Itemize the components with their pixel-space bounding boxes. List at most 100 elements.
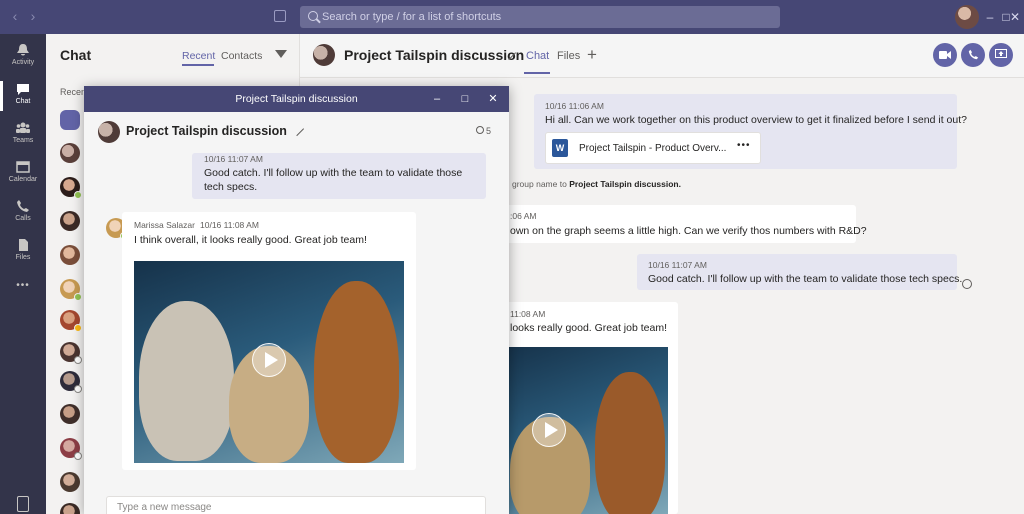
message-text: own on the graph seems a little high. Ca…	[510, 225, 867, 237]
video-call-button[interactable]	[933, 43, 957, 67]
files-icon	[19, 239, 28, 251]
app-files-button[interactable]: Files	[0, 233, 46, 271]
tab-recent[interactable]: Recent	[182, 50, 215, 62]
calendar-icon	[16, 161, 30, 173]
popout-conversation-title: Project Tailspin discussion	[126, 124, 287, 138]
chat-list-avatar[interactable]	[60, 404, 80, 424]
dog-image	[314, 281, 399, 463]
app-teams-button[interactable]: Teams	[0, 116, 46, 154]
chat-list-avatar[interactable]	[60, 342, 82, 364]
chat-list-avatar[interactable]	[60, 211, 80, 231]
tab-recent-indicator	[182, 64, 214, 66]
chat-list-title: Chat	[60, 47, 92, 63]
message-timestamp: :06 AM	[510, 211, 537, 221]
phone-icon	[968, 49, 978, 60]
close-button[interactable]: ✕	[1008, 10, 1022, 24]
people-icon	[476, 126, 484, 134]
read-receipt-icon	[962, 279, 972, 289]
message-text: looks really good. Great job team!	[510, 322, 667, 334]
message-timestamp: 11:08 AM	[510, 309, 546, 319]
presence-away-icon	[74, 324, 82, 332]
participants-button[interactable]: 5	[476, 126, 491, 136]
chat-list-avatar[interactable]	[60, 279, 82, 301]
chat-list-avatar[interactable]	[60, 472, 80, 492]
app-teams-label: Teams	[12, 137, 34, 144]
chat-list-avatar[interactable]	[60, 371, 82, 393]
video-camera-icon	[939, 51, 951, 59]
chat-list-avatar[interactable]	[60, 177, 82, 199]
conversation-title: Project Tailspin discussion	[344, 47, 525, 63]
chat-icon	[17, 84, 29, 95]
bell-icon	[17, 44, 29, 56]
audio-call-button[interactable]	[961, 43, 985, 67]
message-author: Marissa Salazar	[134, 220, 195, 230]
search-input[interactable]: Search or type / for a list of shortcuts	[300, 6, 780, 28]
chat-list-avatar[interactable]	[60, 438, 82, 460]
app-activity-button[interactable]: Activity	[0, 38, 46, 76]
system-message: group name to Project Tailspin discussio…	[512, 179, 681, 189]
app-calendar-button[interactable]: Calendar	[0, 155, 46, 193]
app-chat-button[interactable]: Chat	[0, 77, 46, 115]
share-screen-button[interactable]	[989, 43, 1013, 67]
add-tab-button[interactable]: +	[587, 45, 597, 65]
app-chat-label: Chat	[15, 98, 31, 105]
presence-available-icon	[74, 293, 82, 301]
app-calls-label: Calls	[15, 215, 31, 222]
filter-icon[interactable]	[275, 50, 287, 58]
presence-offline-icon	[74, 385, 82, 393]
group-avatar[interactable]	[98, 121, 120, 143]
teams-icon	[16, 122, 30, 133]
chat-list-avatar[interactable]	[60, 310, 82, 332]
app-calendar-label: Calendar	[8, 176, 38, 183]
message-timestamp: 10/16 11:06 AM	[545, 101, 604, 111]
more-apps-icon[interactable]: •••	[0, 280, 46, 291]
system-message-text: group name to	[512, 179, 570, 189]
word-document-icon: W	[552, 139, 568, 157]
tab-chat-indicator	[524, 72, 550, 74]
participants-count: 5	[486, 126, 492, 136]
system-message-group-name: Project Tailspin discussion.	[569, 179, 681, 189]
forward-arrow-icon[interactable]: ›	[26, 9, 40, 23]
dog-image	[595, 372, 665, 514]
user-avatar[interactable]	[955, 5, 979, 29]
message-text: Good catch. I'll follow up with the team…	[648, 273, 963, 285]
popout-chat-window: Project Tailspin discussion – □ ✕ Projec…	[84, 86, 509, 514]
app-activity-label: Activity	[11, 59, 35, 66]
back-arrow-icon[interactable]: ‹	[8, 9, 22, 23]
file-name[interactable]: Project Tailspin - Product Overv...	[579, 142, 726, 156]
minimize-button[interactable]: –	[982, 10, 998, 24]
share-screen-icon	[995, 49, 1007, 58]
tab-files[interactable]: Files	[557, 50, 580, 62]
phone-icon	[17, 200, 29, 212]
chat-list-avatar[interactable]	[60, 143, 80, 163]
group-avatar[interactable]	[313, 44, 335, 66]
message-text: I think overall, it looks really good. G…	[134, 234, 367, 246]
new-chat-icon[interactable]	[274, 10, 286, 22]
message-text: Hi all. Can we work together on this pro…	[545, 114, 967, 126]
file-more-options-button[interactable]: •••	[737, 139, 751, 153]
play-icon[interactable]	[252, 343, 286, 377]
chat-list-avatar[interactable]	[60, 110, 80, 130]
chat-list-avatar[interactable]	[60, 245, 80, 265]
play-icon[interactable]	[532, 413, 566, 447]
compose-message-input[interactable]: Type a new message	[106, 496, 486, 514]
mobile-app-icon[interactable]	[17, 496, 29, 512]
video-thumbnail[interactable]	[500, 347, 668, 514]
presence-offline-icon	[74, 356, 82, 364]
message-text: Good catch. I'll follow up with the team…	[204, 167, 463, 193]
popout-minimize-button[interactable]: –	[428, 86, 446, 112]
popout-maximize-button[interactable]: □	[456, 86, 474, 112]
popout-close-button[interactable]: ✕	[484, 86, 502, 112]
dog-image	[139, 301, 234, 461]
tab-contacts[interactable]: Contacts	[221, 50, 262, 62]
presence-available-icon	[74, 191, 82, 199]
recent-section-label: Recen	[60, 87, 87, 97]
tab-chat[interactable]: Chat	[526, 50, 549, 62]
message-timestamp: 10/16 11:07 AM	[204, 154, 263, 164]
app-files-label: Files	[15, 254, 31, 261]
presence-offline-icon	[74, 452, 82, 460]
message-timestamp: 10/16 11:07 AM	[648, 260, 707, 270]
app-calls-button[interactable]: Calls	[0, 194, 46, 232]
video-thumbnail[interactable]	[134, 261, 404, 463]
message-timestamp: 10/16 11:08 AM	[200, 220, 259, 230]
